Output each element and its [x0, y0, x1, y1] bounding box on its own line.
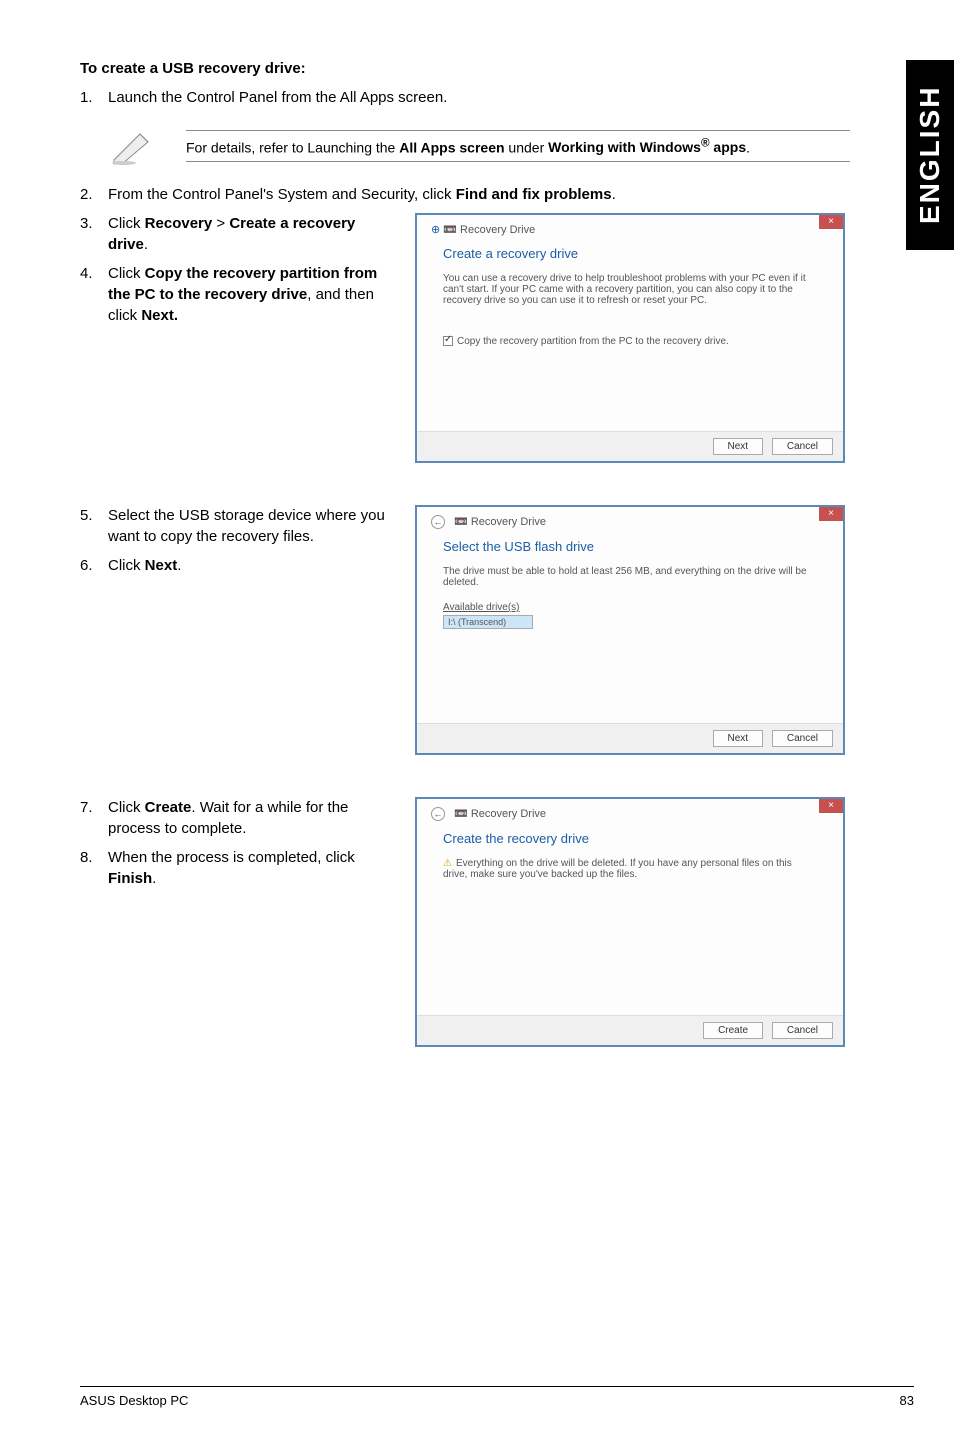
dialog-footer: Next Cancel — [417, 723, 843, 753]
dialog-body: You can use a recovery drive to help tro… — [417, 267, 843, 353]
back-icon[interactable]: ← — [431, 515, 445, 529]
dialog-footer: Create Cancel — [417, 1015, 843, 1045]
next-button[interactable]: Next — [713, 438, 764, 455]
page-footer: ASUS Desktop PC 83 — [80, 1386, 914, 1408]
section-title: To create a USB recovery drive: — [80, 60, 850, 77]
page-number: 83 — [900, 1393, 914, 1408]
dialog-create-recovery: × ⊕ 📼 Recovery Drive Create a recovery d… — [415, 213, 845, 463]
step-text: Select the USB storage device where you … — [108, 505, 390, 547]
step-text: From the Control Panel's System and Secu… — [108, 184, 850, 205]
dialog-select-usb: × ← 📼 Recovery Drive Select the USB flas… — [415, 505, 845, 755]
step-number: 1. — [80, 87, 108, 108]
note-text: For details, refer to Launching the All … — [186, 130, 850, 163]
step-text: Launch the Control Panel from the All Ap… — [108, 87, 850, 108]
drive-list[interactable]: I:\ (Transcend) — [443, 615, 533, 629]
breadcrumb: 📼 Recovery Drive — [454, 808, 546, 820]
note-block: For details, refer to Launching the All … — [110, 126, 850, 166]
step-number: 3. — [80, 213, 108, 255]
page-content: To create a USB recovery drive: 1. Launc… — [80, 60, 850, 1047]
step-1: 1. Launch the Control Panel from the All… — [80, 87, 850, 108]
step-4: 4. Click Copy the recovery partition fro… — [80, 263, 390, 326]
step-number: 5. — [80, 505, 108, 547]
warning-icon: ⚠ — [443, 858, 452, 869]
checkbox-copy-partition[interactable] — [443, 336, 453, 346]
close-icon[interactable]: × — [819, 215, 843, 229]
step-number: 2. — [80, 184, 108, 205]
step-number: 7. — [80, 797, 108, 839]
step-6: 6. Click Next. — [80, 555, 390, 576]
dialog-create-drive: × ← 📼 Recovery Drive Create the recovery… — [415, 797, 845, 1047]
step-7: 7. Click Create. Wait for a while for th… — [80, 797, 390, 839]
step-number: 8. — [80, 847, 108, 889]
step-number: 6. — [80, 555, 108, 576]
dialog-title: Create the recovery drive — [417, 825, 843, 852]
breadcrumb: 📼 Recovery Drive — [454, 516, 546, 528]
dialog-body: ⚠Everything on the drive will be deleted… — [417, 852, 843, 886]
dialog-header: ← 📼 Recovery Drive — [417, 799, 843, 825]
available-drives-label: Available drive(s) — [443, 602, 817, 613]
step-5: 5. Select the USB storage device where y… — [80, 505, 390, 547]
step-text: Click Recovery > Create a recovery drive… — [108, 213, 390, 255]
cancel-button[interactable]: Cancel — [772, 730, 833, 747]
dialog-title: Select the USB flash drive — [417, 533, 843, 560]
dialog-footer: Next Cancel — [417, 431, 843, 461]
dialog-body: The drive must be able to hold at least … — [417, 560, 843, 635]
create-button[interactable]: Create — [703, 1022, 763, 1039]
step-text: Click Copy the recovery partition from t… — [108, 263, 390, 326]
step-2: 2. From the Control Panel's System and S… — [80, 184, 850, 205]
step-text: Click Create. Wait for a while for the p… — [108, 797, 390, 839]
dialog-title: Create a recovery drive — [417, 240, 843, 267]
step-text: When the process is completed, click Fin… — [108, 847, 390, 889]
step-number: 4. — [80, 263, 108, 326]
drive-option[interactable]: I:\ (Transcend) — [444, 616, 532, 628]
next-button[interactable]: Next — [713, 730, 764, 747]
breadcrumb: 📼 Recovery Drive — [443, 224, 535, 236]
footer-product: ASUS Desktop PC — [80, 1393, 188, 1408]
step-8: 8. When the process is completed, click … — [80, 847, 390, 889]
pencil-icon — [110, 126, 158, 166]
dialog-header: ← 📼 Recovery Drive — [417, 507, 843, 533]
close-icon[interactable]: × — [819, 799, 843, 813]
dialog-header: ⊕ 📼 Recovery Drive — [417, 215, 843, 240]
back-icon[interactable]: ← — [431, 807, 445, 821]
cancel-button[interactable]: Cancel — [772, 438, 833, 455]
step-3: 3. Click Recovery > Create a recovery dr… — [80, 213, 390, 255]
language-tab: ENGLISH — [906, 60, 954, 250]
close-icon[interactable]: × — [819, 507, 843, 521]
step-text: Click Next. — [108, 555, 390, 576]
cancel-button[interactable]: Cancel — [772, 1022, 833, 1039]
